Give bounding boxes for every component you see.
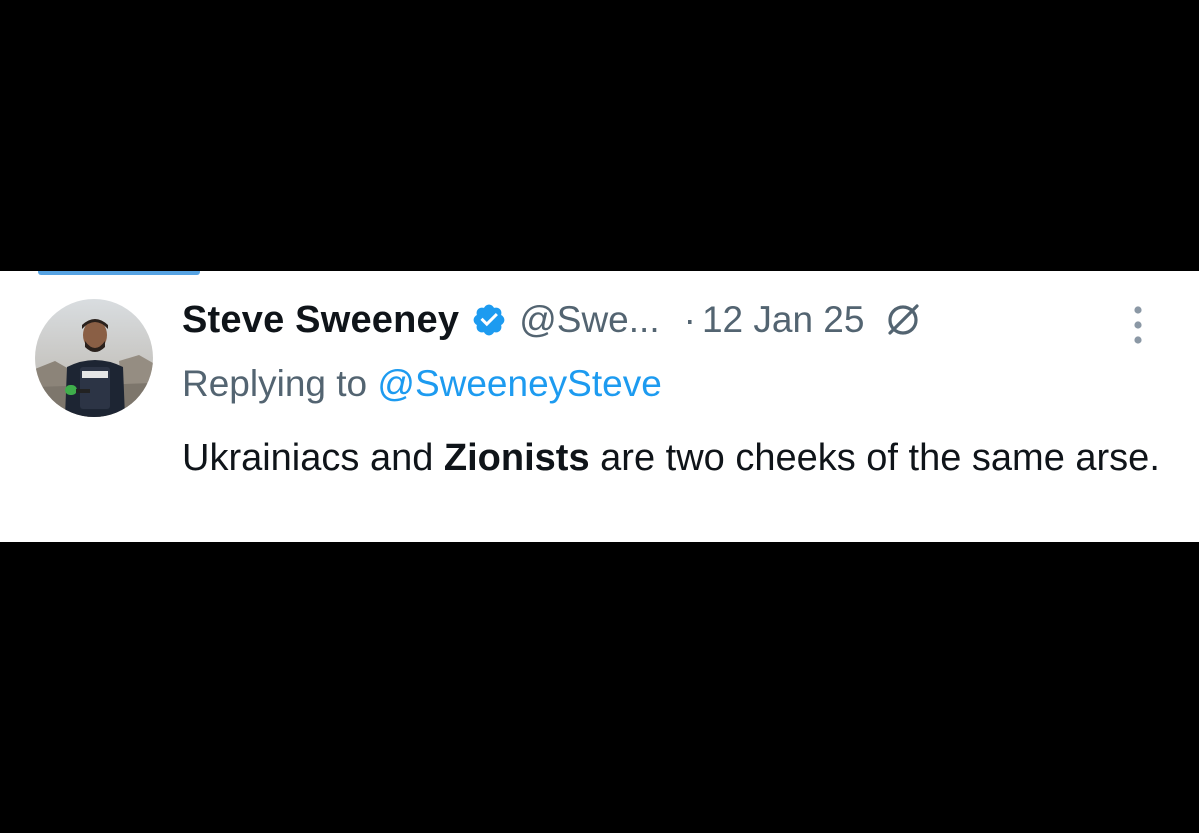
separator-dot: · xyxy=(683,299,696,340)
timestamp[interactable]: 12 Jan 25 xyxy=(702,299,865,341)
tweet-text: Ukrainiacs and Zionists are two cheeks o… xyxy=(182,427,1172,489)
display-name[interactable]: Steve Sweeney xyxy=(182,299,459,342)
replying-to-handle-link[interactable]: @SweeneySteve xyxy=(377,363,661,404)
avatar[interactable] xyxy=(35,299,153,417)
tweet-text-part1: Ukrainiacs and xyxy=(182,437,444,479)
verified-badge-icon[interactable] xyxy=(471,302,507,338)
user-handle[interactable]: @Swe... xyxy=(519,299,659,341)
tweet-header: Steve Sweeney @Swe... · 12 Jan 25 xyxy=(182,297,920,343)
more-vertical-icon[interactable] xyxy=(1128,305,1148,347)
replying-to-line: Replying to @SweeneySteve xyxy=(182,363,662,405)
avatar-photo xyxy=(35,299,153,417)
grok-icon[interactable] xyxy=(886,303,920,337)
tweet-text-part2: are two cheeks of the same arse. xyxy=(589,437,1160,479)
replying-to-label: Replying to xyxy=(182,363,378,404)
tab-indicator xyxy=(38,271,200,275)
tweet-text-bold: Zionists xyxy=(443,437,590,479)
screenshot-frame: Steve Sweeney @Swe... · 12 Jan 25 Replyi… xyxy=(0,0,1199,833)
tweet-card[interactable]: Steve Sweeney @Swe... · 12 Jan 25 Replyi… xyxy=(0,271,1199,542)
